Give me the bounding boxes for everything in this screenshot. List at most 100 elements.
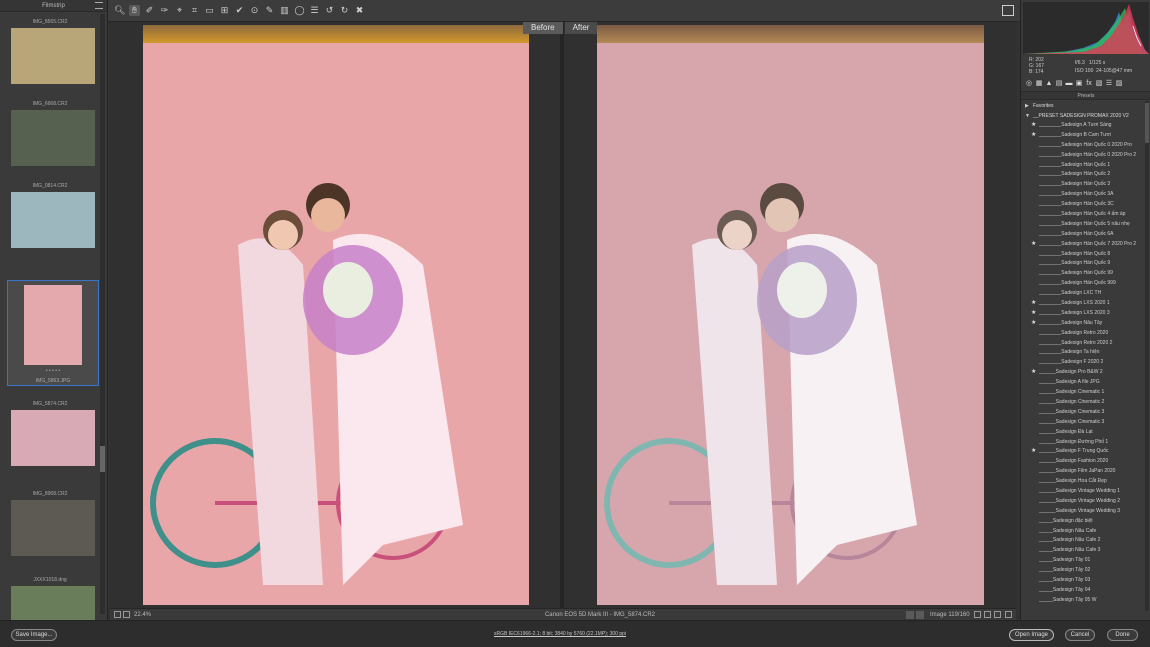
lens-corrections-icon[interactable]: ▣ xyxy=(1075,80,1083,88)
preset-item[interactable]: ________Sadesign Hàn Quốc 999 xyxy=(1021,279,1145,289)
preset-item[interactable]: _____Sadesign Tây 03 xyxy=(1021,576,1145,586)
rating-dots[interactable]: • • • • • xyxy=(8,367,98,375)
preset-item[interactable]: ★ ________Sadesign A Tươi Sáng xyxy=(1021,121,1145,131)
snapshots-icon[interactable]: ▨ xyxy=(1115,80,1123,88)
tab-after[interactable]: After xyxy=(564,22,598,34)
presets-scrollbar[interactable] xyxy=(1145,101,1149,611)
targeted-adjustment-tool-icon[interactable]: ⌖ xyxy=(174,5,185,16)
spot-removal-tool-icon[interactable]: ✔ xyxy=(234,5,245,16)
preset-item[interactable]: ★ ______Sadesign Pro B&W 2 xyxy=(1021,368,1145,378)
tab-before[interactable]: Before xyxy=(523,22,563,34)
preset-item[interactable]: ______Sadesign Cinematic 1 xyxy=(1021,388,1145,398)
transform-tool-icon[interactable]: ⊞ xyxy=(219,5,230,16)
filmstrip-item[interactable]: IMG_6668.CR2 xyxy=(0,96,100,178)
preset-item[interactable]: ______Sadesign Vintage Wedding 2 xyxy=(1021,497,1145,507)
cancel-button[interactable]: Cancel xyxy=(1065,629,1095,641)
hand-tool-icon[interactable]: ✋︎ xyxy=(129,5,140,16)
presets-icon[interactable]: ☰ xyxy=(1105,80,1113,88)
star-icon[interactable]: ★ xyxy=(1031,121,1036,131)
preset-folder[interactable]: ▼ __PRESET SADESIGN PROMAX 2020 V2 xyxy=(1021,111,1145,121)
preset-item[interactable]: ______Sadesign Cinematic 3 xyxy=(1021,408,1145,418)
star-icon[interactable]: ★ xyxy=(1031,309,1036,319)
preset-item[interactable]: ________Sadesign Hàn Quốc 0 2020 Pro xyxy=(1021,141,1145,151)
preset-item[interactable]: ★ ________Sadesign Hàn Quốc 7 2020 Pro 2 xyxy=(1021,240,1145,250)
preset-item[interactable]: ________Sadesign Hàn Quốc 6A xyxy=(1021,230,1145,240)
basic-panel-icon[interactable]: ◎ xyxy=(1025,80,1033,88)
star-icon[interactable]: ★ xyxy=(1031,131,1036,141)
preset-item[interactable]: ______Sadesign Đà Lạt xyxy=(1021,428,1145,438)
preset-item[interactable]: ________Sadesign Retro 2020 xyxy=(1021,329,1145,339)
tone-curve-icon[interactable]: ▦ xyxy=(1035,80,1043,88)
view-mode-icon[interactable] xyxy=(974,611,981,618)
preset-item[interactable]: ________Sadesign Retro 2020 2 xyxy=(1021,339,1145,349)
preset-item[interactable]: ________Sadesign Ta hiện xyxy=(1021,348,1145,358)
rotate-left-icon[interactable]: ↺ xyxy=(324,5,335,16)
done-button[interactable]: Done xyxy=(1107,629,1138,641)
preset-item[interactable]: _____Sadesign Tây 04 xyxy=(1021,586,1145,596)
star-icon[interactable]: ★ xyxy=(1031,319,1036,329)
filmstrip-menu-icon[interactable] xyxy=(95,2,103,9)
preset-item[interactable]: ________Sadesign Hàn Quốc 2 xyxy=(1021,170,1145,180)
preset-item[interactable]: ________Sadesign LXC TH xyxy=(1021,289,1145,299)
color-sampler-tool-icon[interactable]: ✑ xyxy=(159,5,170,16)
open-image-button[interactable]: Open Image xyxy=(1009,629,1054,641)
effects-icon[interactable]: fx xyxy=(1085,80,1093,88)
fullscreen-toggle-icon[interactable] xyxy=(1002,5,1014,16)
preset-item[interactable]: ★ ________Sadesign Nâu Tây xyxy=(1021,319,1145,329)
filmstrip-item[interactable]: IMG_0814.CR2 xyxy=(0,178,100,260)
preset-item[interactable]: ________Sadesign Hàn Quốc 3A xyxy=(1021,190,1145,200)
straighten-tool-icon[interactable]: ▭ xyxy=(204,5,215,16)
zoom-in-icon[interactable] xyxy=(123,611,130,618)
preset-item[interactable]: _____Sadesign đặc biệt xyxy=(1021,517,1145,527)
preset-item[interactable]: _____Sadesign Tây 01 xyxy=(1021,556,1145,566)
preset-item[interactable]: ______Sadesign A file JPG xyxy=(1021,378,1145,388)
hsl-icon[interactable]: ▤ xyxy=(1055,80,1063,88)
preset-item[interactable]: ______Sadesign Hoa Cắt Đẹp xyxy=(1021,477,1145,487)
preset-item[interactable]: ______Sadesign Film JaPan 2020 xyxy=(1021,467,1145,477)
crop-tool-icon[interactable]: ⌗ xyxy=(189,5,200,16)
preset-item[interactable]: _____Sadesign Nâu Cafe 3 xyxy=(1021,546,1145,556)
radial-filter-icon[interactable]: ◯ xyxy=(294,5,305,16)
preset-item[interactable]: ________Sadesign Hàn Quốc 5 nâu nhẹ xyxy=(1021,220,1145,230)
before-photo[interactable] xyxy=(143,25,529,605)
preset-item[interactable]: ________Sadesign Hàn Quốc 3C xyxy=(1021,200,1145,210)
preset-item[interactable]: ________Sadesign Hàn Quốc 4 ấm áp xyxy=(1021,210,1145,220)
graduated-filter-icon[interactable]: ▥ xyxy=(279,5,290,16)
red-eye-tool-icon[interactable]: ⊙ xyxy=(249,5,260,16)
star-icon[interactable]: ★ xyxy=(1031,240,1036,250)
preset-item[interactable]: ______Sadesign Cinematic 2 xyxy=(1021,398,1145,408)
white-balance-tool-icon[interactable]: ✐ xyxy=(144,5,155,16)
star-icon[interactable]: ★ xyxy=(1031,368,1036,378)
trash-icon[interactable]: ✖ xyxy=(354,5,365,16)
preset-item[interactable]: ________Sadesign Hàn Quốc 0 2020 Pro 2 xyxy=(1021,151,1145,161)
workflow-options-link[interactable]: sRGB IEC61966-2.1; 8 bit; 3840 by 5760 (… xyxy=(470,631,650,637)
after-photo[interactable] xyxy=(597,25,984,605)
preset-item[interactable]: ________Sadesign Hàn Quốc 9 xyxy=(1021,259,1145,269)
preferences-icon[interactable]: ☰ xyxy=(309,5,320,16)
preset-item[interactable]: ★ ________Sadesign B Cam Tươi xyxy=(1021,131,1145,141)
split-toning-icon[interactable]: ▬ xyxy=(1065,80,1073,88)
preset-item[interactable]: ______Sadesign Fashion 2020 xyxy=(1021,457,1145,467)
preset-item[interactable]: ______Sadesign Đường Phố 1 xyxy=(1021,438,1145,448)
preset-item[interactable]: ________Sadesign Hàn Quốc 1 xyxy=(1021,161,1145,171)
filmstrip-item[interactable]: IMG_5874.CR2 xyxy=(0,396,100,478)
preset-item[interactable]: ________Sadesign F 2020 2 xyxy=(1021,358,1145,368)
filmstrip-scroll-thumb[interactable] xyxy=(100,446,105,472)
preset-item[interactable]: ★ ________Sadesign LXS 2020 1 xyxy=(1021,299,1145,309)
filmstrip-item[interactable]: IMG_5863.JPG • • • • • xyxy=(7,280,99,386)
preset-item[interactable]: _____Sadesign Tây 05 W xyxy=(1021,596,1145,606)
zoom-tool-icon[interactable]: 🔍︎ xyxy=(114,5,125,16)
next-image-icon[interactable] xyxy=(916,611,924,619)
filmstrip-scrollbar[interactable] xyxy=(100,14,105,614)
save-image-button[interactable]: Save Image... xyxy=(11,629,57,641)
preset-item[interactable]: _____Sadesign Tây 02 xyxy=(1021,566,1145,576)
filmstrip-item[interactable]: IMG_8968.CR2 xyxy=(0,486,100,568)
presets-scroll-thumb[interactable] xyxy=(1145,103,1149,143)
toggle-settings-icon[interactable] xyxy=(1005,611,1012,618)
detail-icon[interactable]: ▲ xyxy=(1045,80,1053,88)
copy-settings-icon[interactable] xyxy=(994,611,1001,618)
favorites-folder[interactable]: ▶ Favorites xyxy=(1021,101,1145,111)
preset-item[interactable]: ______Sadesign Vintage Wedding 1 xyxy=(1021,487,1145,497)
preset-item[interactable]: ★ ______Sadesign F Trung Quốc xyxy=(1021,447,1145,457)
preset-item[interactable]: _____Sadesign Nâu Cafe 2 xyxy=(1021,536,1145,546)
